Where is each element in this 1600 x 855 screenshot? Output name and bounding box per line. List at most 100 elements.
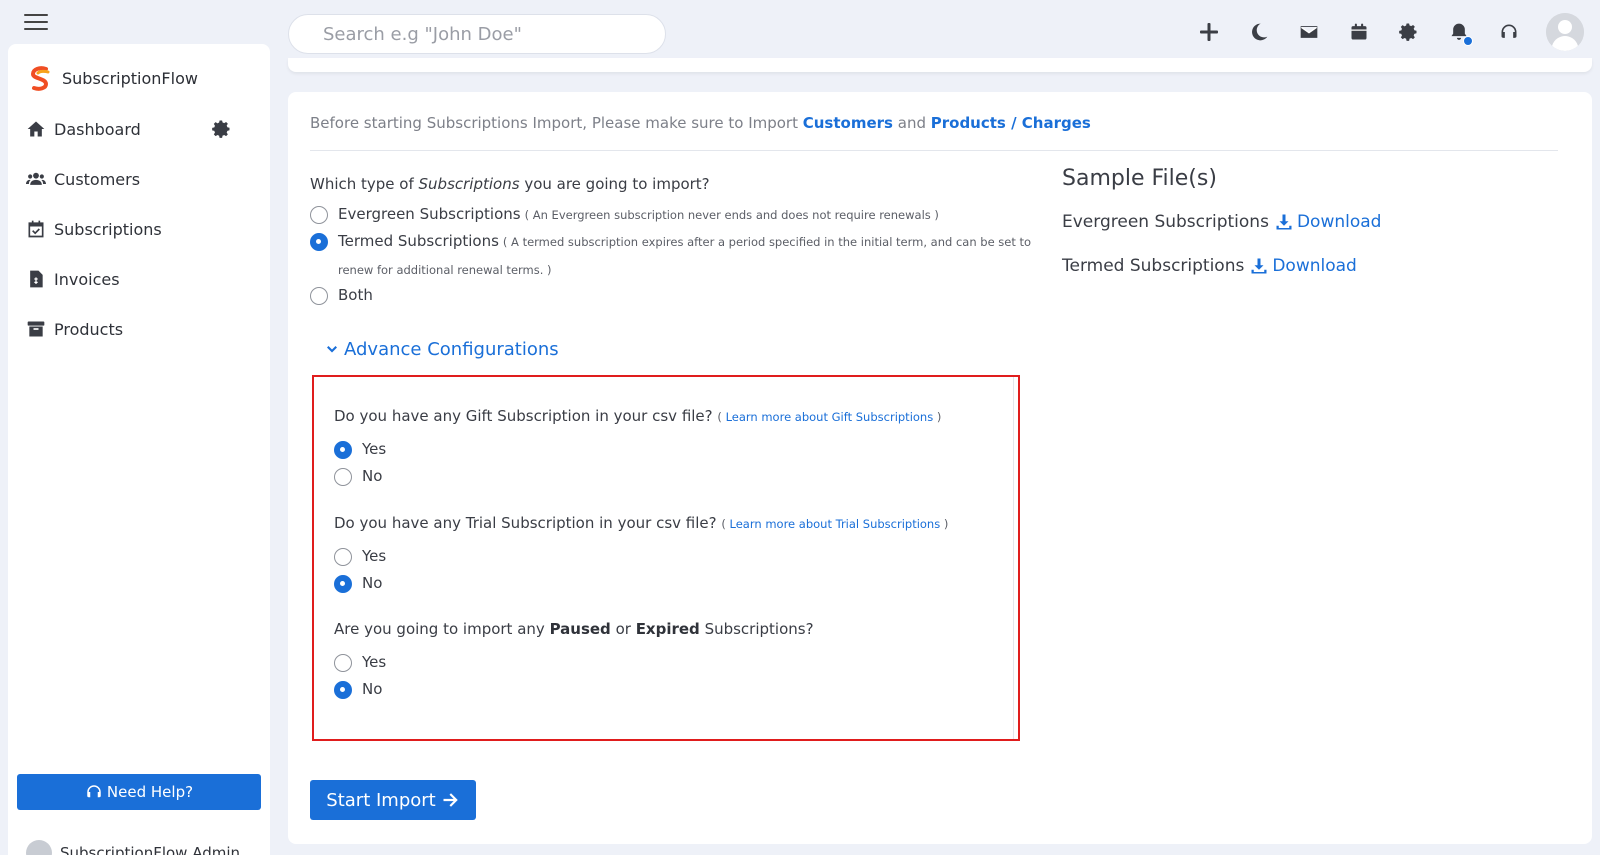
sidebar-item-products[interactable]: Products [8, 304, 270, 354]
user-name: SubscriptionFlow Admin [60, 844, 241, 855]
advance-configurations-toggle[interactable]: Advance Configurations [326, 339, 559, 360]
radio-label: Both [338, 286, 373, 304]
headset-icon[interactable] [1484, 12, 1534, 52]
download-icon [1251, 258, 1267, 274]
question-bold: Expired [635, 620, 700, 638]
notice-text: Before starting Subscriptions Import, Pl… [310, 114, 803, 132]
config-inner [314, 377, 1014, 739]
header-actions [1184, 12, 1584, 52]
calendar-icon[interactable] [1334, 12, 1384, 52]
trial-question: Do you have any Trial Subscription in yo… [334, 514, 948, 532]
import-notice: Before starting Subscriptions Import, Pl… [310, 114, 1091, 132]
radio-button[interactable] [334, 575, 352, 593]
sidebar-item-label: Invoices [54, 269, 120, 289]
radio-button[interactable] [334, 548, 352, 566]
radio-both[interactable]: Both [310, 286, 373, 305]
radio-label: No [362, 574, 383, 592]
gear-icon[interactable] [1384, 12, 1434, 52]
radio-button[interactable] [310, 287, 328, 305]
radio-termed[interactable]: Termed Subscriptions( A termed subscript… [310, 232, 1038, 284]
trial-yes-option[interactable]: Yes [334, 547, 386, 566]
question-text: Are you going to import any [334, 620, 550, 638]
paused-yes-option[interactable]: Yes [334, 653, 386, 672]
trial-question-text: Do you have any Trial Subscription in yo… [334, 514, 717, 532]
advance-config-panel: Do you have any Gift Subscription in you… [312, 375, 1020, 741]
question-emphasis: Subscriptions [418, 175, 520, 193]
radio-label: Evergreen Subscriptions [338, 205, 521, 223]
gift-learn-more-link[interactable]: Learn more about Gift Subscriptions [726, 410, 934, 424]
need-help-label: Need Help? [106, 783, 194, 801]
radio-label: No [362, 680, 383, 698]
radio-label: Termed Subscriptions [338, 232, 499, 250]
notification-dot [1463, 36, 1473, 46]
products-charges-link[interactable]: Products / Charges [931, 114, 1091, 132]
sidebar: SubscriptionFlow Dashboard Customers Sub… [8, 44, 270, 855]
gift-yes-option[interactable]: Yes [334, 440, 386, 459]
archive-icon [27, 321, 45, 337]
download-label: Download [1272, 256, 1357, 276]
paren: ) [936, 410, 942, 424]
start-import-button[interactable]: Start Import [310, 780, 476, 820]
radio-button[interactable] [334, 441, 352, 459]
gift-question-text: Do you have any Gift Subscription in you… [334, 407, 713, 425]
download-icon [1276, 214, 1292, 230]
home-icon [27, 121, 45, 137]
header-strip [288, 58, 1592, 72]
moon-icon[interactable] [1234, 12, 1284, 52]
chevron-down-icon [327, 345, 337, 352]
radio-hint: ( An Evergreen subscription never ends a… [524, 208, 939, 222]
radio-label: Yes [362, 547, 387, 565]
envelope-icon[interactable] [1284, 12, 1334, 52]
trial-learn-more-link[interactable]: Learn more about Trial Subscriptions [730, 517, 941, 531]
sidebar-item-dashboard[interactable]: Dashboard [8, 104, 270, 154]
sidebar-item-subscriptions[interactable]: Subscriptions [8, 204, 270, 254]
sidebar-item-invoices[interactable]: Invoices [8, 254, 270, 304]
paren: ( [721, 517, 726, 531]
question-text: Subscriptions? [699, 620, 814, 638]
avatar [26, 840, 52, 855]
gear-icon[interactable] [212, 119, 232, 139]
trial-no-option[interactable]: No [334, 574, 382, 593]
subscriptionflow-logo-icon [30, 66, 50, 91]
radio-button[interactable] [334, 468, 352, 486]
sidebar-item-customers[interactable]: Customers [8, 154, 270, 204]
question-text: or [610, 620, 636, 638]
radio-label: Yes [362, 440, 387, 458]
search-input[interactable] [288, 14, 666, 54]
radio-button[interactable] [310, 206, 328, 224]
sidebar-item-label: Subscriptions [54, 219, 162, 239]
gift-no-option[interactable]: No [334, 467, 382, 486]
sidebar-item-label: Customers [54, 169, 141, 189]
menu-toggle-icon[interactable] [24, 14, 48, 30]
divider [310, 150, 1558, 151]
sidebar-user[interactable]: SubscriptionFlow Admin [26, 840, 240, 855]
need-help-button[interactable]: Need Help? [17, 774, 261, 810]
invoice-icon [30, 270, 43, 288]
sample-evergreen: Evergreen Subscriptions Download [1062, 212, 1381, 232]
radio-label: Yes [362, 653, 387, 671]
plus-icon[interactable] [1184, 12, 1234, 52]
radio-button[interactable] [334, 654, 352, 672]
advance-label: Advance Configurations [344, 339, 559, 360]
radio-button[interactable] [310, 233, 328, 251]
question-text-suffix: you are going to import? [519, 175, 710, 193]
evergreen-download-link[interactable]: Download [1275, 212, 1381, 232]
sample-label: Evergreen Subscriptions [1062, 212, 1269, 232]
sample-label: Termed Subscriptions [1062, 256, 1245, 276]
radio-evergreen[interactable]: Evergreen Subscriptions( An Evergreen su… [310, 205, 939, 224]
customers-link[interactable]: Customers [803, 114, 893, 132]
paused-no-option[interactable]: No [334, 680, 382, 699]
calendar-check-icon [28, 220, 44, 238]
paren: ( [717, 410, 722, 424]
user-avatar[interactable] [1546, 13, 1584, 51]
termed-download-link[interactable]: Download [1250, 256, 1357, 276]
sidebar-item-label: Dashboard [54, 119, 141, 139]
sidebar-nav: Dashboard Customers Subscriptions Invoic… [8, 104, 270, 354]
start-import-label: Start Import [326, 789, 436, 811]
sidebar-item-label: Products [54, 319, 124, 339]
arrow-right-icon [443, 793, 458, 807]
brand[interactable]: SubscriptionFlow [26, 64, 198, 92]
radio-button[interactable] [334, 681, 352, 699]
headset-icon [87, 785, 101, 798]
bell-icon[interactable] [1434, 12, 1484, 52]
